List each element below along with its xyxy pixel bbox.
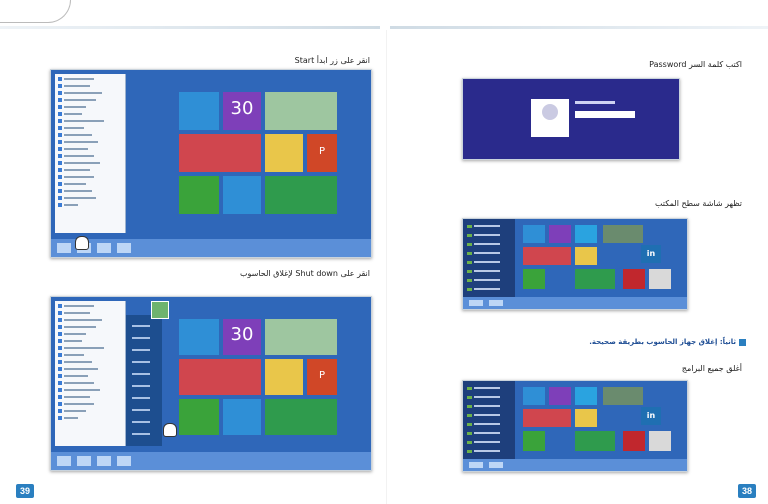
- people-tile: [179, 134, 261, 172]
- game-tile: [265, 359, 303, 395]
- calendar-tile: 30: [223, 319, 261, 355]
- news-tile: [603, 387, 643, 405]
- calendar-tile: 30: [223, 92, 261, 130]
- start-menu-list: [55, 301, 126, 446]
- finance-tile: [575, 431, 615, 451]
- photo-tile: [649, 431, 671, 451]
- pointer-hand-icon: [75, 236, 89, 250]
- page-number-right: 38: [737, 484, 756, 498]
- app-tile: [623, 431, 645, 451]
- taskbar: [51, 239, 371, 257]
- people-tile: [179, 359, 261, 395]
- login-screenshot: [462, 78, 680, 160]
- linkedin-tile: in: [641, 407, 661, 425]
- store-tile: [179, 176, 219, 214]
- section-bullet-icon: [739, 338, 746, 346]
- page-top-band: [0, 0, 768, 26]
- page-curl: [0, 0, 71, 23]
- pointer-hand-icon: [163, 423, 177, 437]
- finance-tile: [575, 269, 615, 289]
- linkedin-tile: in: [641, 245, 661, 263]
- desktop-app-list: [463, 381, 515, 471]
- photo-tile: [265, 319, 337, 355]
- password-field[interactable]: [575, 111, 635, 118]
- people-tile: [523, 247, 571, 265]
- page-gutter: [386, 30, 387, 504]
- start-button[interactable]: [57, 243, 71, 253]
- weather-tile: [223, 399, 261, 435]
- game-tile: [265, 134, 303, 172]
- store-tile: [523, 269, 545, 289]
- game-tile: [575, 247, 597, 265]
- taskbar: [51, 452, 371, 470]
- mail-tile: [179, 92, 219, 130]
- shutdown-menu-screenshot: 30 P: [50, 296, 372, 471]
- start-menu-screenshot: 30 P: [50, 69, 372, 258]
- calendar-tile: [549, 225, 571, 243]
- section-heading: ثانياً: إغلاق جهاز الحاسوب بطريقة صحيحة.: [589, 338, 746, 346]
- shut-down-option[interactable]: [132, 433, 150, 435]
- game-tile: [575, 409, 597, 427]
- right-step2-caption: تظهر شاشة سطح المكتب: [654, 199, 742, 208]
- powerpoint-tile: P: [307, 359, 337, 395]
- calendar-tile: [549, 387, 571, 405]
- power-options-column: [126, 315, 162, 446]
- twitter-tile: [575, 225, 597, 243]
- left-step1-caption: انقر على زر ابدأ Start: [294, 56, 370, 65]
- taskbar: [463, 297, 687, 309]
- powerpoint-tile: P: [307, 134, 337, 172]
- mail-tile: [179, 319, 219, 355]
- photo-tile: [649, 269, 671, 289]
- user-avatar: [151, 301, 169, 319]
- start-menu-list: [55, 74, 126, 233]
- taskbar: [463, 459, 687, 471]
- weather-tile: [223, 176, 261, 214]
- desktop-screenshot: in: [462, 218, 688, 310]
- page-number-left: 39: [16, 484, 35, 498]
- photo-tile: [265, 92, 337, 130]
- right-step1-caption: اكتب كلمة السر Password: [649, 60, 742, 69]
- app-tile: [623, 269, 645, 289]
- right-header-rule: [390, 26, 768, 29]
- mail-tile: [523, 225, 545, 243]
- right-step3-caption: أغلق جميع البرامج: [681, 364, 742, 373]
- people-tile: [523, 409, 571, 427]
- left-header-rule: [0, 26, 380, 29]
- news-tile: [603, 225, 643, 243]
- store-tile: [523, 431, 545, 451]
- finance-tile: [265, 399, 337, 435]
- twitter-tile: [575, 387, 597, 405]
- username-label: [575, 101, 615, 104]
- close-programs-screenshot: in: [462, 380, 688, 472]
- store-tile: [179, 399, 219, 435]
- left-step2-caption: انقر على Shut down لإغلاق الحاسوب: [239, 269, 370, 278]
- user-icon: [531, 99, 569, 137]
- desktop-app-list: [463, 219, 515, 309]
- mail-tile: [523, 387, 545, 405]
- finance-tile: [265, 176, 337, 214]
